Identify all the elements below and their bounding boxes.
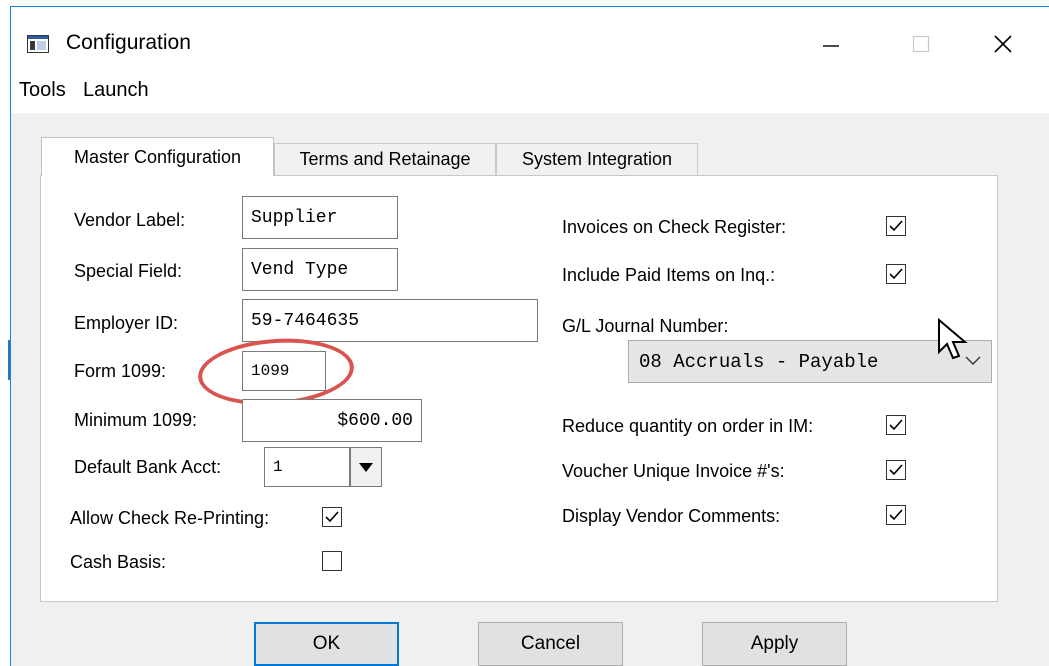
special-field-label: Special Field: (74, 261, 183, 281)
default-bank-dropdown-button[interactable] (350, 447, 382, 487)
maximize-button[interactable] (891, 19, 951, 69)
allow-reprint-checkbox[interactable] (322, 507, 342, 527)
app-icon (27, 35, 49, 53)
cash-basis-checkbox[interactable] (322, 551, 342, 571)
gl-journal-label: G/L Journal Number: (562, 316, 729, 336)
default-bank-label: Default Bank Acct: (74, 457, 222, 477)
invoices-check-register-label: Invoices on Check Register: (562, 217, 787, 237)
reduce-qty-checkbox[interactable] (886, 415, 906, 435)
invoices-check-register-checkbox[interactable] (886, 216, 906, 236)
employer-id-label: Employer ID: (74, 313, 179, 333)
reduce-qty-label: Reduce quantity on order in IM: (562, 416, 814, 436)
checkmark-icon (325, 511, 339, 523)
checkmark-icon (889, 509, 903, 521)
include-paid-items-checkbox[interactable] (886, 264, 906, 284)
tab-system-integration[interactable]: System Integration (496, 143, 698, 175)
title-bar: Configuration (11, 7, 1049, 69)
voucher-unique-label: Voucher Unique Invoice #'s: (562, 461, 785, 481)
close-button[interactable] (973, 19, 1033, 69)
minimize-button[interactable] (801, 19, 861, 69)
vendor-label-field[interactable]: Supplier (242, 196, 398, 239)
mouse-pointer-icon (938, 318, 968, 360)
minimum-1099-field[interactable]: $600.00 (242, 399, 422, 442)
tab-master-configuration[interactable]: Master Configuration (41, 137, 274, 176)
display-vendor-comments-label: Display Vendor Comments: (562, 506, 781, 526)
minimize-icon (823, 45, 839, 47)
menu-tools[interactable]: Tools (19, 79, 66, 102)
default-bank-field[interactable]: 1 (264, 447, 350, 487)
menu-bar: Tools Launch (11, 69, 1049, 113)
vendor-label-label: Vendor Label: (74, 210, 186, 230)
checkmark-icon (889, 464, 903, 476)
include-paid-items-label: Include Paid Items on Inq.: (562, 265, 776, 285)
display-vendor-comments-checkbox[interactable] (886, 505, 906, 525)
window-title: Configuration (66, 31, 191, 54)
minimum-1099-label: Minimum 1099: (74, 410, 198, 430)
employer-id-field[interactable]: 59-7464635 (242, 299, 538, 342)
voucher-unique-checkbox[interactable] (886, 460, 906, 480)
gl-journal-value: 08 Accruals - Payable (639, 351, 879, 373)
allow-reprint-label: Allow Check Re-Printing: (70, 508, 270, 528)
cancel-button[interactable]: Cancel (478, 622, 623, 666)
checkmark-icon (889, 419, 903, 431)
close-icon (994, 35, 1012, 53)
background-edge (0, 0, 10, 666)
ok-button[interactable]: OK (254, 622, 399, 666)
maximize-icon (912, 35, 930, 53)
form-1099-label: Form 1099: (74, 361, 167, 381)
checkmark-icon (889, 268, 903, 280)
dropdown-arrow-icon (359, 463, 373, 472)
special-field-field[interactable]: Vend Type (242, 248, 398, 291)
master-configuration-panel (40, 175, 998, 602)
cash-basis-label: Cash Basis: (70, 552, 167, 572)
apply-button[interactable]: Apply (702, 622, 847, 666)
menu-launch[interactable]: Launch (83, 79, 149, 102)
tab-terms-and-retainage[interactable]: Terms and Retainage (274, 143, 496, 175)
checkmark-icon (889, 220, 903, 232)
